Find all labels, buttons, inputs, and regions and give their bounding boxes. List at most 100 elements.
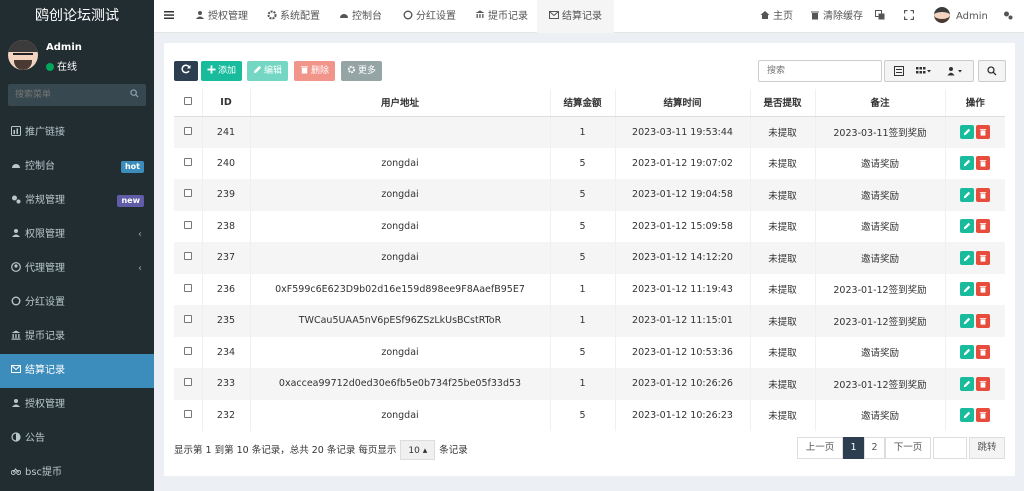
plus-icon [207, 65, 216, 74]
table-row: 241 1 2023-03-11 19:53:44 未提取 2023-03-11签到奖励 [174, 116, 1005, 148]
table-row: 234 zongdai 5 2023-01-12 10:53:36 未提取 邀请奖励 [174, 336, 1005, 369]
table-search-input[interactable] [758, 60, 882, 82]
row-delete-button[interactable] [976, 376, 991, 391]
toggle-view-button[interactable] [894, 66, 904, 79]
table-row: 232 zongdai 5 2023-01-12 10:26:23 未提取 邀请奖励 [174, 399, 1005, 431]
sidebar-item-bsc-withdraw[interactable]: bsc提币 [0, 456, 154, 490]
delete-button[interactable]: 删除 [294, 61, 336, 81]
row-edit-button[interactable] [960, 376, 975, 391]
row-delete-button[interactable] [976, 156, 991, 171]
tab-settlement-records[interactable]: 结算记录 [537, 0, 614, 33]
sidebar-item-general[interactable]: 常规管理 new [0, 184, 154, 218]
row-checkbox[interactable] [174, 242, 203, 274]
columns-button[interactable] [916, 66, 932, 79]
col-amount[interactable]: 结算金额 [550, 89, 616, 117]
more-button[interactable]: 更多 [341, 61, 383, 81]
row-edit-button[interactable] [960, 156, 975, 171]
pencil-icon [964, 380, 971, 387]
sidebar-item-settlement-records[interactable]: 结算记录 [0, 354, 154, 388]
page-1-button[interactable]: 1 [843, 437, 864, 459]
cell-actions [945, 116, 1005, 148]
next-page-button[interactable]: 下一页 [885, 437, 931, 459]
row-delete-button[interactable] [976, 125, 991, 139]
row-edit-button[interactable] [960, 313, 975, 328]
tab-withdraw-records[interactable]: 提币记录 [475, 0, 528, 33]
advanced-search-button[interactable] [978, 60, 1006, 82]
col-address[interactable]: 用户地址 [250, 89, 551, 117]
row-checkbox[interactable] [174, 399, 203, 431]
row-checkbox[interactable] [174, 179, 203, 211]
row-delete-button[interactable] [976, 345, 991, 360]
row-delete-button[interactable] [976, 250, 991, 265]
sidebar-item-dashboard[interactable]: 控制台 hot [0, 150, 154, 184]
sidebar-item-announcement[interactable]: 公告 [0, 422, 154, 456]
cell-actions [945, 148, 1005, 180]
trash-icon [980, 223, 987, 230]
fullscreen-button[interactable] [903, 0, 915, 33]
row-checkbox[interactable] [174, 336, 203, 368]
row-checkbox[interactable] [174, 116, 203, 148]
menu-search-input[interactable] [8, 84, 120, 106]
jump-page-input[interactable] [933, 437, 967, 459]
row-edit-button[interactable] [960, 408, 975, 423]
settings-button[interactable] [1003, 0, 1013, 33]
export-button[interactable] [947, 66, 965, 79]
edit-button[interactable]: 编辑 [247, 61, 289, 81]
col-withdrawn[interactable]: 是否提取 [750, 89, 816, 117]
jump-button[interactable]: 跳转 [969, 437, 1005, 459]
row-checkbox[interactable] [174, 147, 203, 179]
row-edit-button[interactable] [960, 282, 975, 297]
sidebar-item-withdraw-records[interactable]: 提币记录 [0, 320, 154, 354]
sidebar-item-authorization[interactable]: 授权管理 [0, 388, 154, 422]
row-checkbox[interactable] [174, 305, 203, 337]
tab-system-config[interactable]: 系统配置 [267, 0, 320, 33]
row-checkbox[interactable] [174, 273, 203, 305]
add-button[interactable]: 添加 [201, 61, 243, 81]
sidebar-item-promo-link[interactable]: 推广链接 [0, 116, 154, 150]
menu-toggle-button[interactable] [164, 0, 174, 33]
row-checkbox[interactable] [174, 210, 203, 242]
row-edit-button[interactable] [960, 125, 975, 139]
translate-button[interactable] [875, 0, 885, 33]
prev-page-button[interactable]: 上一页 [797, 437, 843, 459]
refresh-button[interactable] [174, 61, 198, 81]
row-edit-button[interactable] [960, 187, 975, 202]
col-note[interactable]: 备注 [815, 89, 946, 117]
clear-cache-button[interactable]: 清除缓存 [810, 0, 863, 33]
cell-withdrawn: 未提取 [750, 336, 816, 368]
cell-actions [945, 179, 1005, 211]
col-time[interactable]: 结算时间 [615, 89, 751, 117]
language-icon [875, 10, 885, 20]
row-delete-button[interactable] [976, 313, 991, 328]
trash-icon [980, 160, 987, 167]
row-edit-button[interactable] [960, 345, 975, 360]
home-link[interactable]: 主页 [760, 0, 793, 33]
cell-note: 2023-01-12签到奖励 [815, 305, 946, 337]
cog-icon [347, 65, 356, 74]
row-delete-button[interactable] [976, 282, 991, 297]
row-delete-button[interactable] [976, 219, 991, 234]
row-delete-button[interactable] [976, 408, 991, 423]
sidebar-item-dividend[interactable]: 分红设置 [0, 286, 154, 320]
row-edit-button[interactable] [960, 250, 975, 265]
user-name: Admin [46, 42, 82, 53]
col-id[interactable]: ID [202, 89, 251, 117]
row-delete-button[interactable] [976, 187, 991, 202]
cell-actions [945, 337, 1005, 369]
user-menu[interactable]: Admin [934, 0, 988, 33]
cell-time: 2023-01-12 14:12:20 [615, 242, 751, 274]
tab-dashboard[interactable]: 控制台 [339, 0, 382, 33]
page-size-select[interactable]: 10 ▴ [400, 440, 436, 460]
page-2-button[interactable]: 2 [864, 437, 885, 459]
select-all-checkbox[interactable] [174, 89, 203, 117]
row-edit-button[interactable] [960, 219, 975, 234]
search-icon[interactable] [130, 89, 139, 98]
sidebar-item-agents[interactable]: 代理管理 ‹ [0, 252, 154, 286]
tab-authorization[interactable]: 授权管理 [195, 0, 248, 33]
brand-title[interactable]: 鸥创论坛测试 [0, 0, 154, 33]
sidebar-item-permissions[interactable]: 权限管理 ‹ [0, 218, 154, 252]
pencil-icon [964, 286, 971, 293]
row-checkbox[interactable] [174, 368, 203, 400]
cell-note: 邀请奖励 [815, 336, 946, 368]
tab-dividend[interactable]: 分红设置 [403, 0, 456, 33]
